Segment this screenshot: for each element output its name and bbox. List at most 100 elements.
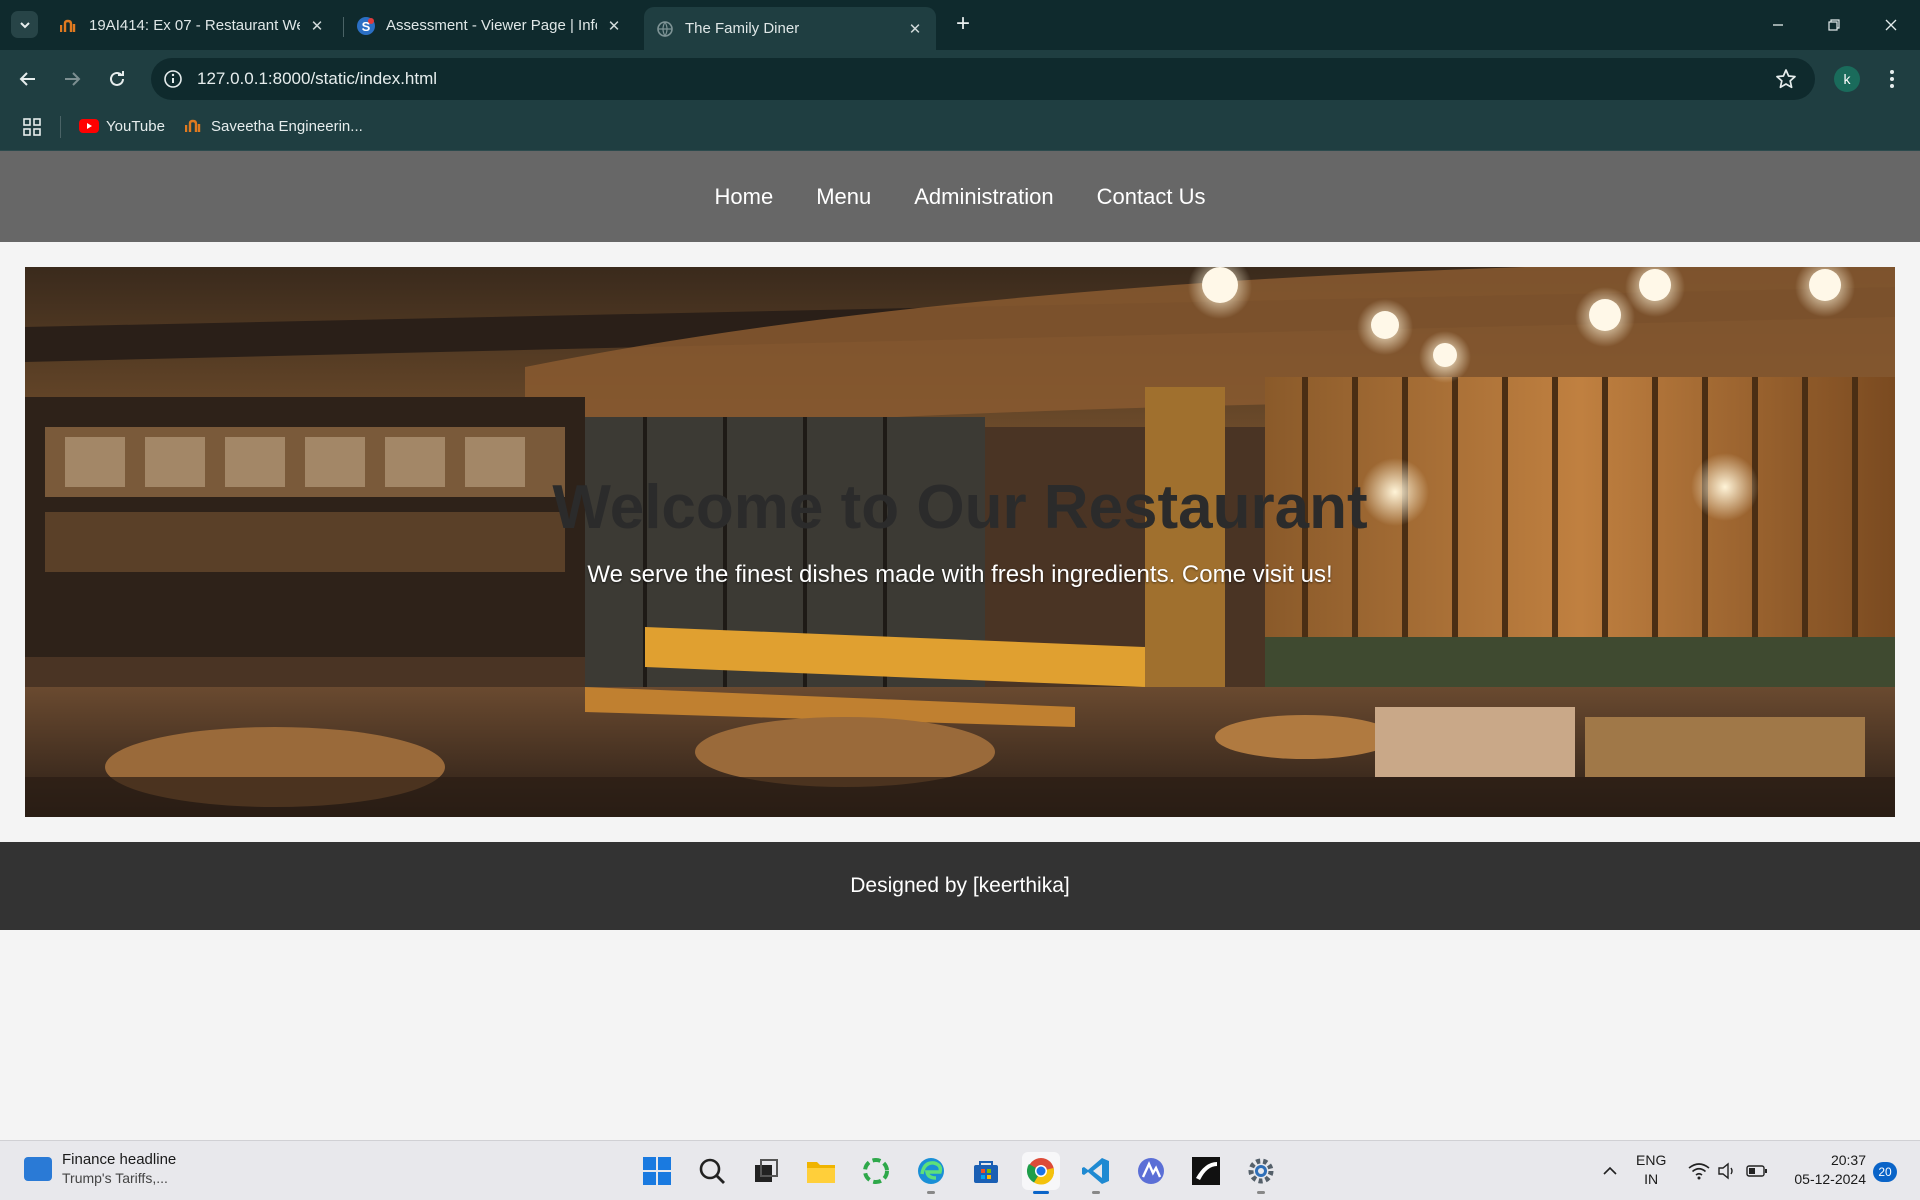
task-view-icon — [755, 1159, 778, 1182]
globe-icon — [656, 20, 674, 38]
edge-icon — [918, 1158, 944, 1184]
bookmark-label: YouTube — [106, 117, 165, 135]
copilot-icon — [863, 1158, 889, 1184]
tab-assessment[interactable]: S Assessment - Viewer Page | Info ✕ — [345, 7, 635, 44]
close-icon[interactable]: ✕ — [308, 17, 326, 35]
bookmark-saveetha[interactable]: Saveetha Engineerin... — [184, 114, 363, 138]
tab-strip: 19AI414: Ex 07 - Restaurant We ✕ S Asses… — [0, 0, 1920, 50]
start-button[interactable] — [638, 1152, 676, 1190]
minimize-button[interactable] — [1762, 10, 1794, 40]
search-button[interactable] — [693, 1152, 731, 1190]
tab-title: Assessment - Viewer Page | Info — [386, 17, 597, 34]
chrome-icon — [1026, 1158, 1054, 1185]
forward-button[interactable] — [57, 64, 87, 94]
clock[interactable]: 20:37 05-12-2024 — [1786, 1151, 1866, 1189]
profile-avatar[interactable]: k — [1834, 66, 1860, 92]
tab-title: The Family Diner — [685, 20, 800, 37]
running-indicator — [1033, 1191, 1049, 1194]
volume-status[interactable] — [1717, 1141, 1737, 1200]
minimize-icon — [1773, 24, 1783, 26]
restore-icon — [1828, 19, 1840, 31]
apps-grid-icon[interactable] — [22, 117, 42, 137]
bookmarks-divider — [60, 116, 61, 138]
arc-app-button[interactable] — [1132, 1152, 1170, 1190]
file-explorer-icon — [807, 1162, 835, 1183]
tab-search-button[interactable] — [11, 11, 38, 38]
app-icon — [1192, 1157, 1220, 1185]
chrome-button[interactable] — [1022, 1152, 1060, 1194]
battery-icon — [1746, 1165, 1767, 1177]
tab-family-diner[interactable]: The Family Diner ✕ — [644, 7, 936, 50]
arrow-right-icon — [65, 72, 81, 86]
s-logo-icon: S — [357, 16, 375, 35]
settings-button[interactable] — [1242, 1152, 1280, 1194]
language-code: ENG — [1636, 1152, 1667, 1168]
store-icon — [974, 1161, 998, 1183]
file-explorer-button[interactable] — [802, 1152, 840, 1190]
hero-banner: Welcome to Our Restaurant We serve the f… — [25, 267, 1895, 817]
browser-toolbar: 127.0.0.1:8000/static/index.html k — [0, 50, 1920, 108]
running-indicator — [1257, 1191, 1265, 1194]
copilot-button[interactable] — [857, 1152, 895, 1190]
arrow-left-icon — [19, 72, 35, 86]
restore-button[interactable] — [1818, 10, 1850, 40]
saveetha-logo-icon — [60, 17, 78, 35]
vscode-icon — [1082, 1158, 1109, 1184]
running-indicator — [927, 1191, 935, 1194]
bookmark-youtube[interactable]: YouTube — [79, 114, 165, 138]
start-icon — [643, 1157, 671, 1185]
settings-icon — [1248, 1158, 1274, 1184]
clock-time: 20:37 — [1830, 1152, 1866, 1168]
finance-widget-icon — [24, 1156, 52, 1181]
nav-menu-link[interactable]: Menu — [816, 184, 871, 210]
tab-ex07[interactable]: 19AI414: Ex 07 - Restaurant We ✕ — [48, 7, 338, 44]
wifi-icon — [1688, 1163, 1710, 1180]
search-icon — [699, 1158, 725, 1184]
youtube-icon — [79, 118, 99, 134]
volume-icon — [1718, 1162, 1733, 1180]
vscode-button[interactable] — [1077, 1152, 1115, 1194]
app-button[interactable] — [1187, 1152, 1225, 1190]
tab-title: 19AI414: Ex 07 - Restaurant We — [89, 17, 300, 34]
url-text[interactable]: 127.0.0.1:8000/static/index.html — [197, 69, 437, 89]
close-icon — [1885, 19, 1897, 31]
info-icon[interactable] — [163, 69, 183, 89]
new-tab-button[interactable]: + — [950, 12, 976, 38]
back-button[interactable] — [13, 64, 43, 94]
edge-button[interactable] — [912, 1152, 950, 1194]
reload-icon — [110, 71, 124, 86]
widget-title: Finance headline — [62, 1151, 177, 1168]
saveetha-logo-icon — [184, 118, 204, 134]
site-navigation: Home Menu Administration Contact Us — [0, 151, 1920, 242]
widget-subtitle: Trump's Tariffs,... — [62, 1170, 168, 1186]
browser-menu-icon[interactable] — [1882, 65, 1902, 93]
running-indicator — [1092, 1191, 1100, 1194]
nav-administration-link[interactable]: Administration — [914, 184, 1053, 210]
notification-badge[interactable]: 20 — [1873, 1162, 1897, 1182]
show-hidden-icons[interactable] — [1601, 1141, 1619, 1200]
close-window-button[interactable] — [1875, 10, 1907, 40]
bookmark-label: Saveetha Engineerin... — [211, 117, 363, 135]
chevron-up-icon — [1603, 1166, 1617, 1175]
taskbar: Finance headline Trump's Tariffs,... ENG… — [0, 1140, 1920, 1200]
site-footer: Designed by [keerthika] — [0, 842, 1920, 930]
address-bar[interactable]: 127.0.0.1:8000/static/index.html — [151, 58, 1815, 100]
hero-title: Welcome to Our Restaurant — [552, 473, 1368, 542]
clock-date: 05-12-2024 — [1794, 1171, 1866, 1187]
nav-contact-link[interactable]: Contact Us — [1097, 184, 1206, 210]
wifi-status[interactable] — [1688, 1141, 1710, 1200]
bookmark-star-icon[interactable] — [1775, 68, 1797, 90]
hero-subtitle: We serve the finest dishes made with fre… — [587, 561, 1333, 588]
store-button[interactable] — [967, 1152, 1005, 1190]
chevron-down-icon — [19, 21, 30, 28]
tab-divider — [343, 17, 344, 37]
reload-button[interactable] — [102, 64, 132, 94]
language-indicator[interactable]: ENG IN — [1636, 1151, 1666, 1189]
close-icon[interactable]: ✕ — [605, 17, 623, 35]
close-icon[interactable]: ✕ — [906, 20, 924, 38]
nav-home-link[interactable]: Home — [715, 184, 774, 210]
arc-icon — [1138, 1158, 1164, 1184]
task-view-button[interactable] — [747, 1152, 785, 1190]
news-widget[interactable]: Finance headline Trump's Tariffs,... — [24, 1151, 176, 1186]
battery-status[interactable] — [1746, 1141, 1768, 1200]
